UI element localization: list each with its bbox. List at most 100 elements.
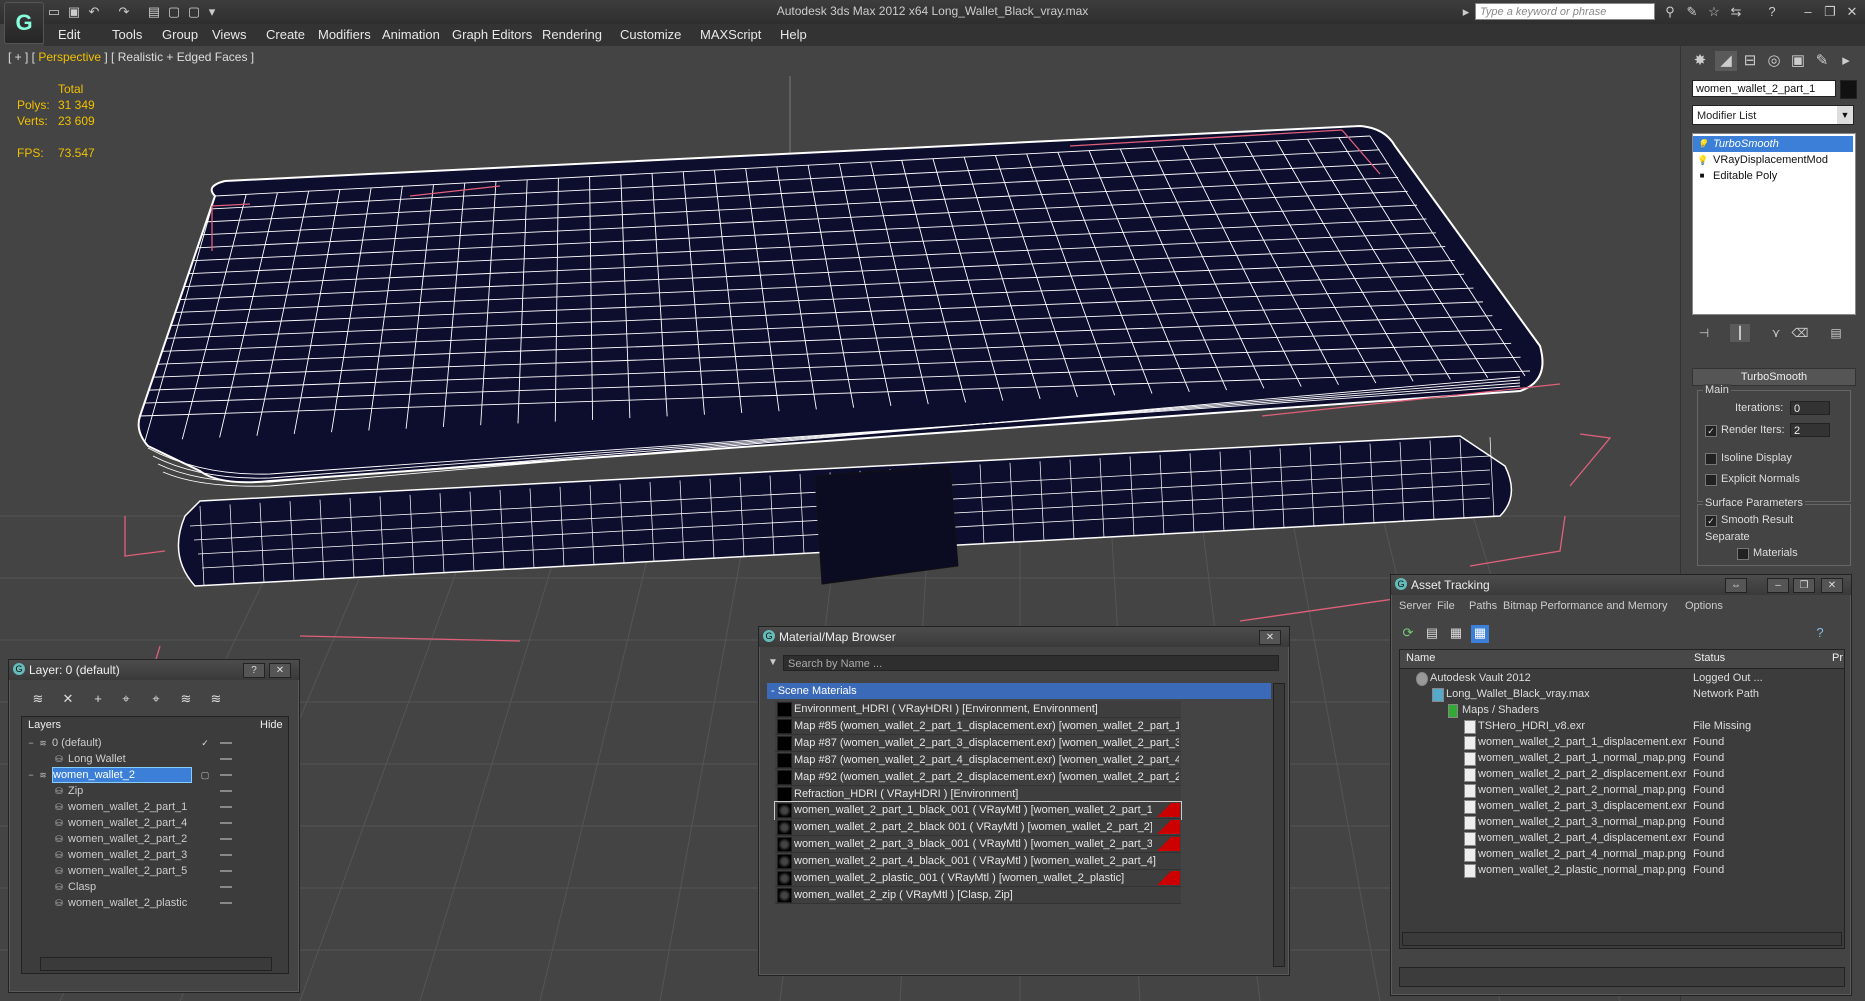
layers-column-header[interactable]: Layers [28, 717, 61, 733]
infocenter-icon[interactable]: ⚲ [1662, 4, 1678, 20]
quick-access-dropdown-icon[interactable]: ▾ [204, 4, 220, 20]
scene-materials-group-header[interactable]: - Scene Materials [767, 683, 1271, 699]
hide-toggle[interactable] [220, 742, 232, 744]
open-icon[interactable]: ▭ [46, 4, 62, 20]
utilities-tab-icon[interactable]: ✎ [1811, 51, 1833, 71]
material-list-item[interactable]: women_wallet_2_plastic_001 ( VRayMtl ) [… [775, 870, 1181, 887]
status-column-header[interactable]: Status [1694, 652, 1725, 664]
viewport-shading-mode[interactable]: ] [ Realistic + Edged Faces ] [104, 50, 254, 64]
viewport-label[interactable]: [ + ] [ Perspective ] [ Realistic + Edge… [8, 50, 254, 64]
viewport-view-name[interactable]: Perspective [35, 50, 104, 64]
help-icon[interactable]: ? [1764, 4, 1780, 20]
pin-stack-icon[interactable]: ⊣ [1694, 324, 1714, 342]
asset-restore-icon[interactable]: ❐ [1793, 578, 1815, 593]
layer-object-row[interactable]: ⛁ women_wallet_2_plastic [24, 895, 236, 911]
asset-row[interactable]: women_wallet_2_part_4_displacement.exr Fo… [1400, 830, 1840, 846]
layer-help-button[interactable]: ? [243, 663, 265, 678]
object-name-field[interactable]: women_wallet_2_part_1 [1692, 80, 1836, 97]
create-tab-icon[interactable]: ✸ [1689, 51, 1711, 71]
menu-rendering[interactable]: Rendering [542, 27, 602, 42]
isoline-display-checkbox[interactable] [1705, 453, 1717, 465]
material-list-item[interactable]: Map #87 (women_wallet_2_part_3_displacem… [775, 734, 1181, 752]
freeze-all-icon[interactable]: ≋ [207, 690, 225, 708]
tools-icon[interactable]: ✎ [1684, 4, 1700, 20]
menu-tools[interactable]: Tools [112, 27, 142, 42]
hide-all-icon[interactable]: ≋ [177, 690, 195, 708]
search-arrow-icon[interactable]: ▸ [1458, 4, 1474, 20]
menu-graph-editors[interactable]: Graph Editors [452, 27, 532, 42]
layer-object-row[interactable]: ⛁ women_wallet_2_part_2 [24, 831, 236, 847]
configure-modifier-sets-icon[interactable]: ▤ [1826, 324, 1846, 342]
render-iters-spinner[interactable]: 2 [1790, 423, 1830, 437]
asset-row[interactable]: women_wallet_2_part_2_normal_map.png Foun… [1400, 782, 1840, 798]
materials-checkbox[interactable] [1737, 548, 1749, 560]
list-view-icon[interactable]: ▤ [1423, 625, 1441, 643]
asset-path-field[interactable] [1399, 967, 1845, 987]
layer-object-row[interactable]: ⛁ women_wallet_2_part_4 [24, 815, 236, 831]
close-icon[interactable]: ✕ [1844, 4, 1860, 20]
asset-menu-file[interactable]: File [1437, 600, 1455, 612]
lightbulb-icon[interactable]: 💡 [1697, 154, 1708, 166]
menu-help[interactable]: Help [780, 27, 807, 42]
material-list-item[interactable]: Environment_HDRI ( VRayHDRI ) [Environme… [775, 701, 1181, 718]
asset-help-icon[interactable]: ? [1811, 625, 1829, 643]
layer-object-row[interactable]: ⛁ women_wallet_2_part_5 [24, 863, 236, 879]
material-list-item[interactable]: Refraction_HDRI ( VRayHDRI ) [Environmen… [775, 785, 1181, 803]
material-list-item[interactable]: women_wallet_2_part_4_black_001 ( VRayMt… [775, 853, 1181, 871]
browser-options-icon[interactable]: ▼ [765, 655, 781, 671]
name-column-header[interactable]: Name [1406, 652, 1435, 664]
layer-list[interactable]: Layers Hide − ≋ 0 (default) ✓ ⛁ Long Wallet − ≋… [21, 716, 289, 974]
menu-group[interactable]: Group [162, 27, 198, 42]
smooth-result-checkbox[interactable]: ✓ [1705, 515, 1717, 527]
layer-object-row[interactable]: ⛁ Long Wallet [24, 751, 236, 767]
menu-views[interactable]: Views [212, 27, 246, 42]
asset-row[interactable]: Maps / Shaders [1400, 702, 1840, 718]
asset-row[interactable]: women_wallet_2_part_3_normal_map.png Foun… [1400, 814, 1840, 830]
asset-horizontal-scrollbar[interactable] [1402, 932, 1842, 946]
menu-modifiers[interactable]: Modifiers [318, 27, 371, 42]
hierarchy-tab-icon[interactable]: ⊟ [1739, 51, 1761, 71]
asset-row[interactable]: women_wallet_2_part_3_displacement.exr Fo… [1400, 798, 1840, 814]
table-view-icon[interactable]: ▦ [1471, 625, 1489, 643]
hide-column-header[interactable]: Hide [260, 717, 283, 733]
layer-object-row[interactable]: ⛁ women_wallet_2_part_1 [24, 799, 236, 815]
layer-object-row[interactable]: ⛁ Clasp [24, 879, 236, 895]
asset-tracking-titlebar[interactable]: G Asset Tracking ⇔ – ❐ ✕ [1391, 575, 1851, 595]
asset-menu-server[interactable]: Server [1399, 600, 1431, 612]
asset-row[interactable]: women_wallet_2_part_1_displacement.exr Fo… [1400, 734, 1840, 750]
menu-edit[interactable]: Edit [58, 27, 80, 42]
material-list-item[interactable]: Map #87 (women_wallet_2_part_4_displacem… [775, 751, 1181, 769]
app-logo-icon[interactable]: G [4, 2, 44, 44]
layer-row[interactable]: − ≋ women_wallet_2 ▢ [24, 767, 236, 783]
undo-icon[interactable]: ↶ [86, 4, 102, 20]
remove-modifier-icon[interactable]: ⌫ [1790, 324, 1810, 342]
collapse-icon[interactable]: − [26, 770, 36, 780]
layer-close-icon[interactable]: ✕ [269, 663, 291, 678]
highlight-layer-icon[interactable]: ⌖ [147, 690, 165, 708]
modify-tab-icon[interactable]: ◢ [1715, 51, 1737, 71]
asset-row[interactable]: women_wallet_2_part_1_normal_map.png Foun… [1400, 750, 1840, 766]
material-browser-titlebar[interactable]: G Material/Map Browser ✕ [759, 627, 1289, 647]
menu-animation[interactable]: Animation [382, 27, 440, 42]
delete-layer-icon[interactable]: ✕ [59, 690, 77, 708]
hide-toggle[interactable] [220, 790, 232, 792]
make-unique-icon[interactable]: ⋎ [1766, 324, 1786, 342]
modifier-list-dropdown[interactable]: Modifier List ▼ [1692, 105, 1854, 125]
hide-toggle[interactable] [220, 886, 232, 888]
asset-row[interactable]: TSHero_HDRI_v8.exr File Missing [1400, 718, 1840, 734]
layer-row[interactable]: − ≋ 0 (default) ✓ [24, 735, 236, 751]
asset-row[interactable]: women_wallet_2_part_2_displacement.exr Fo… [1400, 766, 1840, 782]
redo-icon[interactable]: ↷ [116, 4, 132, 20]
asset-row[interactable]: Long_Wallet_Black_vray.max Network Path [1400, 686, 1840, 702]
asset-menu-paths[interactable]: Paths [1469, 600, 1497, 612]
explicit-normals-checkbox[interactable] [1705, 474, 1717, 486]
modifier-stack-item[interactable]: 💡 VRayDisplacementMod [1693, 152, 1853, 168]
show-end-result-icon[interactable]: ┃ [1730, 324, 1750, 342]
hide-toggle[interactable] [220, 838, 232, 840]
hide-toggle[interactable] [220, 902, 232, 904]
layer-horizontal-scrollbar[interactable] [40, 957, 272, 971]
material-vertical-scrollbar[interactable] [1273, 683, 1285, 967]
viewport-label-prefix[interactable]: [ + ] [ [8, 50, 35, 64]
asset-dock-icon[interactable]: ⇔ [1725, 578, 1747, 593]
menu-customize[interactable]: Customize [620, 27, 681, 42]
